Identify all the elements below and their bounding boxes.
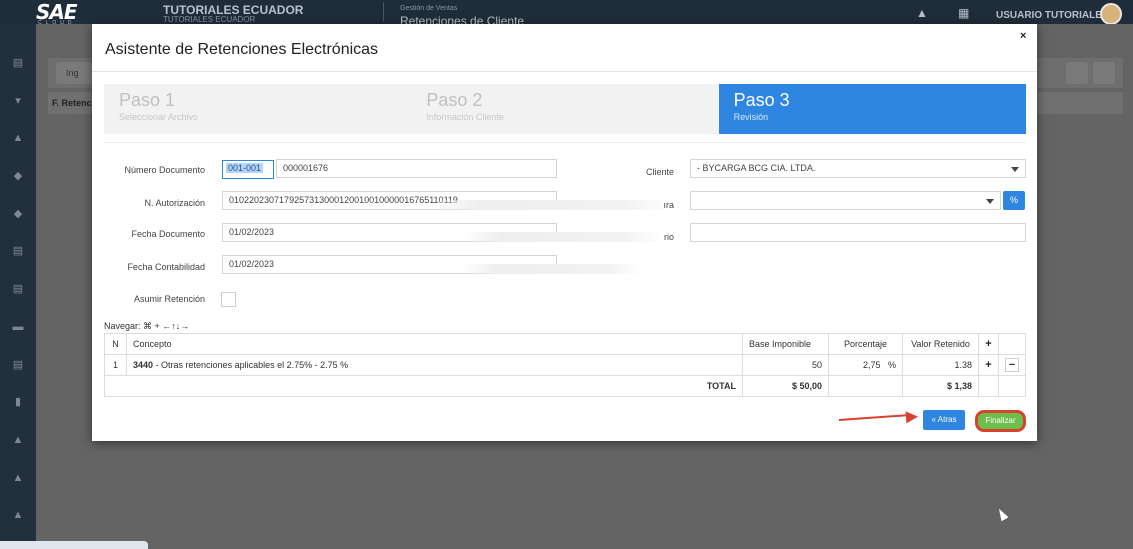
cliente-label: Cliente bbox=[645, 167, 674, 177]
row-porcentaje[interactable]: 2,75 % bbox=[828, 354, 903, 376]
background-clear-button[interactable] bbox=[1093, 62, 1115, 84]
sidebar-menu-icon[interactable]: ▤ bbox=[11, 56, 25, 70]
annotation-arrow-line bbox=[838, 413, 911, 421]
user-avatar[interactable] bbox=[1100, 3, 1122, 25]
modal-title: Asistente de Retenciones Electrónicas bbox=[105, 41, 379, 58]
sidebar-list-icon[interactable]: ▤ bbox=[11, 244, 25, 258]
step-3[interactable]: Paso 3 Revisión bbox=[718, 84, 1026, 134]
table-row[interactable]: 1 3440 - Otras retenciones aplicables el… bbox=[104, 354, 1026, 376]
sidebar-tag-icon[interactable]: ◆ bbox=[11, 169, 25, 183]
chevron-down-icon bbox=[1011, 167, 1019, 172]
autorizacion-label: N. Autorización bbox=[144, 198, 205, 208]
sidebar-users-icon[interactable]: ▲ bbox=[11, 131, 25, 145]
row-concepto-code: 3440 bbox=[133, 360, 154, 370]
cliente-selected-value: - BYCARGA BCG CIA. LTDA. bbox=[697, 163, 816, 173]
add-row-cell: + bbox=[978, 333, 999, 355]
back-button[interactable]: « Atras bbox=[923, 410, 965, 430]
chevron-down-icon bbox=[986, 199, 994, 204]
col-n: N bbox=[104, 333, 127, 355]
row-add-cell: + bbox=[978, 354, 999, 376]
factura-label: ıra bbox=[663, 200, 674, 210]
row-concepto[interactable]: 3440 - Otras retenciones aplicables el 2… bbox=[126, 354, 743, 376]
fecha-contabilidad-label: Fecha Contabilidad bbox=[127, 262, 205, 272]
navigation-hint: Navegar: ⌘ + ←↑↓→ bbox=[104, 321, 190, 331]
row-porcentaje-unit: % bbox=[887, 360, 896, 370]
row-concepto-text: - Otras retenciones aplicables el 2.75% … bbox=[153, 360, 349, 370]
background-column-header: F. Retenc bbox=[52, 98, 92, 108]
sidebar-cart-icon[interactable]: ▾ bbox=[11, 94, 25, 108]
table-total-row: TOTAL $ 50,00 $ 1,38 bbox=[104, 375, 1026, 397]
factura-select[interactable] bbox=[690, 191, 1001, 210]
status-bar-url bbox=[0, 541, 148, 549]
total-label: TOTAL bbox=[104, 375, 743, 397]
usuario-label: rio bbox=[663, 232, 674, 242]
sidebar-graduation-icon-2[interactable]: ▲ bbox=[11, 471, 25, 485]
col-base-imponible: Base Imponible bbox=[742, 333, 829, 355]
row-add-button[interactable]: + bbox=[985, 359, 991, 371]
asumir-retencion-checkbox[interactable] bbox=[221, 292, 236, 307]
step-title: Paso 1 bbox=[119, 90, 176, 110]
serie-selected-text: 001-001 bbox=[226, 163, 264, 173]
row-valor[interactable]: 1.38 bbox=[902, 354, 979, 376]
numero-documento-label: Número Documento bbox=[124, 165, 205, 175]
col-valor-retenido: Valor Retenido bbox=[902, 333, 979, 355]
step-1[interactable]: Paso 1 Seleccionar Archivo bbox=[104, 84, 412, 134]
sidebar-briefcase-icon[interactable]: ▬ bbox=[11, 320, 25, 334]
sidebar: ▤ ▾ ▲ ◆ ◆ ▤ ▤ ▬ ▤ ▮ ▲ ▲ ▲ bbox=[0, 24, 36, 549]
close-icon[interactable]: × bbox=[1020, 30, 1026, 42]
background-new-button[interactable]: Ing bbox=[56, 62, 96, 84]
modal-header-divider bbox=[92, 71, 1037, 72]
row-base[interactable]: 50 bbox=[742, 354, 829, 376]
step-subtitle: Seleccionar Archivo bbox=[119, 112, 199, 122]
sidebar-graduation-icon-3[interactable]: ▲ bbox=[11, 508, 25, 522]
add-row-button[interactable]: + bbox=[985, 338, 991, 350]
bell-icon[interactable]: ▲ bbox=[916, 6, 928, 20]
step-2[interactable]: Paso 2 Información Cliente bbox=[411, 84, 719, 134]
header-separator bbox=[383, 2, 384, 22]
link-icon[interactable]: % bbox=[1003, 191, 1025, 210]
col-concepto: Concepto bbox=[126, 333, 743, 355]
total-valor: $ 1,38 bbox=[902, 375, 979, 397]
total-empty-cell-2 bbox=[978, 375, 999, 397]
step-title: Paso 2 bbox=[426, 90, 483, 110]
sidebar-pencil-icon[interactable]: ◆ bbox=[11, 207, 25, 221]
background-search-button[interactable] bbox=[1066, 62, 1088, 84]
apps-grid-icon[interactable]: ▦ bbox=[958, 6, 969, 20]
col-porcentaje: Porcentaje bbox=[828, 333, 903, 355]
company-subname: TUTORIALES ECUADOR bbox=[163, 15, 256, 24]
total-empty-cell-3 bbox=[998, 375, 1026, 397]
finish-button[interactable]: Finalizar bbox=[975, 410, 1026, 432]
app-logo[interactable]: SAE bbox=[36, 2, 92, 22]
step-subtitle: Información Cliente bbox=[426, 112, 504, 122]
asumir-retencion-label: Asumir Retención bbox=[133, 294, 205, 304]
annotation-arrow-head bbox=[905, 410, 919, 424]
user-name[interactable]: USUARIO TUTORIALES bbox=[996, 10, 1109, 21]
retention-wizard-modal: Asistente de Retenciones Electrónicas × … bbox=[92, 24, 1037, 441]
fecha-documento-label: Fecha Documento bbox=[131, 229, 205, 239]
empty-header-cell bbox=[998, 333, 1026, 355]
step-title: Paso 3 bbox=[733, 90, 790, 110]
cliente-select[interactable]: - BYCARGA BCG CIA. LTDA. bbox=[690, 159, 1026, 178]
retention-table: N Concepto Base Imponible Porcentaje Val… bbox=[104, 333, 1026, 397]
wizard-steps: Paso 1 Seleccionar Archivo Paso 2 Inform… bbox=[104, 84, 1026, 134]
table-header-row: N Concepto Base Imponible Porcentaje Val… bbox=[104, 333, 1026, 355]
module-name: Gestión de Ventas bbox=[400, 5, 458, 12]
usuario-input[interactable] bbox=[690, 223, 1026, 242]
numero-documento-secuencial-input[interactable]: 000001676 bbox=[276, 159, 557, 178]
row-porcentaje-value: 2,75 bbox=[862, 360, 881, 370]
sidebar-calculator-icon[interactable]: ▤ bbox=[11, 358, 25, 372]
step-subtitle: Revisión bbox=[733, 112, 769, 122]
row-n: 1 bbox=[104, 354, 127, 376]
numero-documento-serie-input[interactable]: 001-001 bbox=[222, 160, 274, 179]
sidebar-box-icon[interactable]: ▤ bbox=[11, 282, 25, 296]
sidebar-building-icon[interactable]: ▮ bbox=[11, 395, 25, 409]
row-remove-cell: − bbox=[998, 354, 1026, 376]
total-empty-cell bbox=[828, 375, 903, 397]
total-base: $ 50,00 bbox=[742, 375, 829, 397]
form-divider bbox=[104, 142, 1026, 143]
top-navbar: SAE CLOUD TUTORIALES ECUADOR TUTORIALES … bbox=[0, 0, 1133, 28]
redaction-blur bbox=[462, 264, 642, 274]
sidebar-graduation-icon[interactable]: ▲ bbox=[11, 433, 25, 447]
row-remove-button[interactable]: − bbox=[1005, 358, 1019, 372]
